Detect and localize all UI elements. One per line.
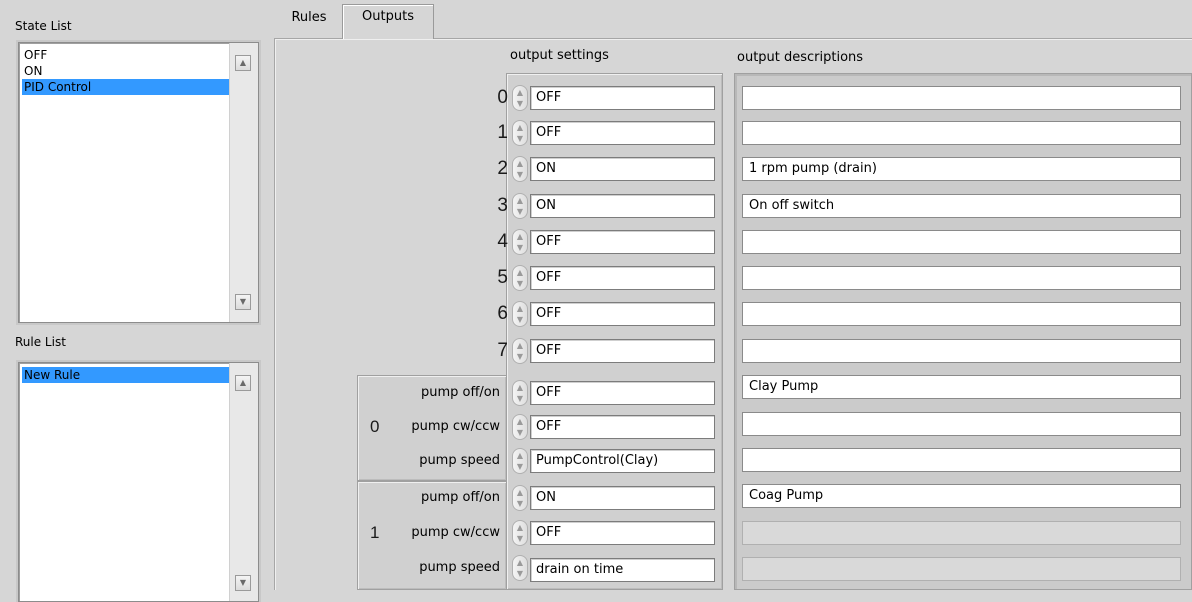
pump-setting-field[interactable]: PumpControl(Clay) (530, 449, 715, 473)
rule-list-label: Rule List (15, 335, 66, 349)
output-description-field[interactable] (742, 121, 1181, 145)
output-index: 6 (497, 303, 508, 324)
ring-spinner-icon[interactable]: ▲ ▼ (512, 520, 528, 546)
pump-setting-field[interactable]: OFF (530, 381, 715, 405)
pump-row-label: pump speed (419, 453, 500, 468)
tab-rules[interactable]: Rules (276, 6, 343, 36)
ring-spinner-icon[interactable]: ▲ ▼ (512, 193, 528, 219)
output-index: 1 (497, 122, 508, 143)
output-index: 3 (497, 195, 508, 216)
pump-setting-field[interactable]: ON (530, 486, 715, 510)
output-setting-field[interactable]: OFF (530, 121, 715, 145)
output-description-field[interactable] (742, 266, 1181, 290)
pump-setting-field[interactable]: OFF (530, 521, 715, 545)
ring-spinner-icon[interactable]: ▲ ▼ (512, 229, 528, 255)
ring-spinner-icon[interactable]: ▲ ▼ (512, 338, 528, 364)
output-description-field[interactable] (742, 230, 1181, 254)
ring-spinner-icon[interactable]: ▲ ▼ (512, 120, 528, 146)
tab-strip: Rules Outputs (270, 0, 1192, 40)
output-description-field[interactable] (742, 86, 1181, 110)
pump-group-index: 0 (370, 417, 380, 436)
output-index: 7 (497, 340, 508, 361)
pump-row-label: pump cw/ccw (411, 525, 500, 540)
pump-row-label: pump off/on (420, 385, 500, 400)
output-settings-header: output settings (510, 48, 609, 63)
state-list-label: State List (15, 19, 72, 33)
ring-spinner-icon[interactable]: ▲ ▼ (512, 265, 528, 291)
ring-spinner-icon[interactable]: ▲ ▼ (512, 555, 528, 581)
output-descriptions-frame (734, 73, 1192, 590)
rule-list-scrollbar[interactable]: ▲ ▼ (229, 363, 258, 601)
output-description-field[interactable]: On off switch (742, 194, 1181, 218)
pump-row-label: pump off/on (420, 490, 500, 505)
output-setting-field[interactable]: ON (530, 194, 715, 218)
output-index: 5 (497, 267, 508, 288)
output-setting-field[interactable]: OFF (530, 339, 715, 363)
pump-setting-field[interactable]: drain on time (530, 558, 715, 582)
output-index: 2 (497, 158, 508, 179)
pump-description-field[interactable] (742, 448, 1181, 472)
pump-setting-field[interactable]: OFF (530, 415, 715, 439)
ring-spinner-icon[interactable]: ▲ ▼ (512, 485, 528, 511)
ring-spinner-icon[interactable]: ▲ ▼ (512, 380, 528, 406)
ring-spinner-icon[interactable]: ▲ ▼ (512, 301, 528, 327)
scroll-down-icon[interactable]: ▼ (235, 294, 251, 310)
ring-spinner-icon[interactable]: ▲ ▼ (512, 156, 528, 182)
pump-row-label: pump cw/ccw (411, 419, 500, 434)
ring-spinner-icon[interactable]: ▲ ▼ (512, 85, 528, 111)
scroll-up-icon[interactable]: ▲ (235, 55, 251, 71)
output-setting-field[interactable]: OFF (530, 86, 715, 110)
output-setting-field[interactable]: OFF (530, 230, 715, 254)
state-list-item[interactable]: ON (22, 63, 258, 79)
output-index: 4 (497, 231, 508, 252)
pump-description-field-disabled (742, 557, 1181, 581)
scroll-down-icon[interactable]: ▼ (235, 575, 251, 591)
ring-spinner-icon[interactable]: ▲ ▼ (512, 448, 528, 474)
pump-group-index: 1 (370, 523, 380, 542)
left-panel: State List OFF ON PID Control ▲ ▼ Rule L… (0, 0, 270, 602)
output-setting-field[interactable]: OFF (530, 302, 715, 326)
state-list-item[interactable]: OFF (22, 47, 258, 63)
output-description-field[interactable] (742, 302, 1181, 326)
tab-outputs[interactable]: Outputs (342, 4, 434, 39)
pump-description-field-disabled (742, 521, 1181, 545)
output-setting-field[interactable]: ON (530, 157, 715, 181)
scroll-up-icon[interactable]: ▲ (235, 375, 251, 391)
state-list-item-selected[interactable]: PID Control (22, 79, 230, 95)
ring-spinner-icon[interactable]: ▲ ▼ (512, 414, 528, 440)
pump-description-field[interactable]: Coag Pump (742, 484, 1181, 508)
output-setting-field[interactable]: OFF (530, 266, 715, 290)
output-descriptions-header: output descriptions (737, 50, 864, 65)
output-settings-frame (506, 73, 723, 590)
output-description-field[interactable]: 1 rpm pump (drain) (742, 157, 1181, 181)
state-list[interactable]: OFF ON PID Control ▲ ▼ (18, 42, 259, 323)
rule-list-item-selected[interactable]: New Rule (22, 367, 230, 383)
pump-description-field[interactable] (742, 412, 1181, 436)
pump-description-field[interactable]: Clay Pump (742, 375, 1181, 399)
pump-row-label: pump speed (419, 560, 500, 575)
output-index: 0 (497, 87, 508, 108)
state-list-scrollbar[interactable]: ▲ ▼ (229, 43, 258, 322)
rule-list[interactable]: New Rule ▲ ▼ (18, 362, 259, 602)
output-description-field[interactable] (742, 339, 1181, 363)
